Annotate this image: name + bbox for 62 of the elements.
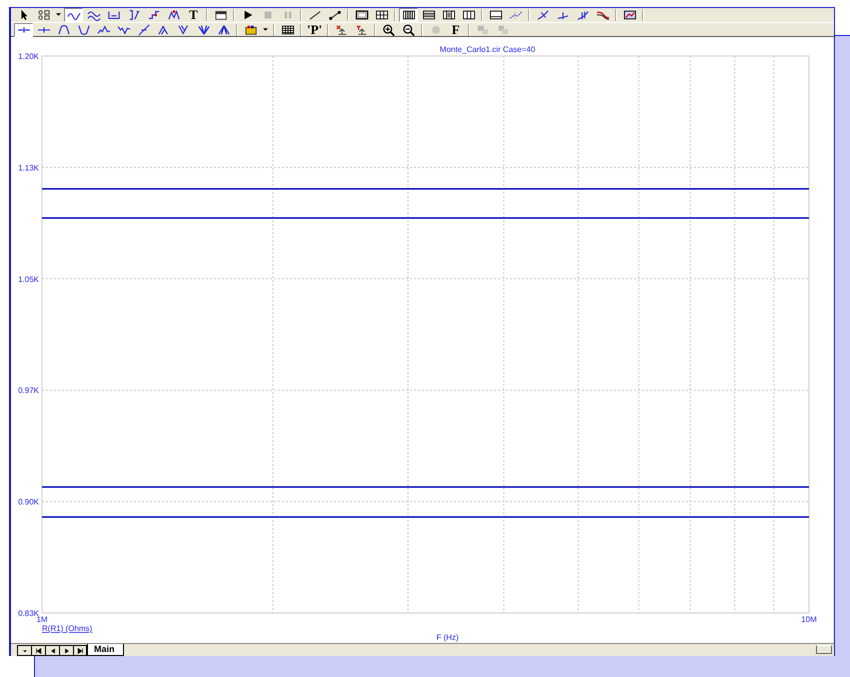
split-columns-icon: [462, 8, 476, 20]
wave-peak-icon: [96, 24, 110, 36]
scale-x-icon: [334, 24, 349, 36]
scroll-thumb[interactable]: [816, 645, 832, 654]
double-cursor-curve-icon: [576, 8, 590, 20]
wave-button[interactable]: [64, 8, 83, 22]
y-tick-label: 1.13K: [18, 163, 39, 172]
cursor-line-button[interactable]: [14, 22, 33, 36]
component-icon: [36, 8, 50, 20]
text-tool-button[interactable]: F: [446, 22, 466, 36]
last-page-button[interactable]: [73, 645, 87, 656]
text-tool-button[interactable]: 'P': [305, 22, 324, 36]
text-tool-button[interactable]: T: [184, 8, 203, 22]
next-button[interactable]: [59, 645, 73, 656]
stacked-squares-icon: [496, 24, 510, 36]
y-tick-label: 1.05K: [18, 274, 39, 284]
bracket-icon: [106, 8, 120, 20]
peak-icon: [56, 24, 70, 36]
double-wave-icon: [86, 8, 100, 20]
valley-icon: [76, 24, 90, 36]
graph-icon: [146, 8, 160, 20]
dashed-curve-icon: [508, 8, 522, 20]
vertical-bars-button[interactable]: [399, 8, 418, 22]
y-tick-label: 1.20K: [18, 52, 39, 61]
last-page-icon: [75, 646, 85, 656]
y-tick-label: 0.90K: [18, 498, 39, 507]
trace-legend-link[interactable]: R(R1) (Ohms): [42, 624, 92, 633]
tangent-icon: [536, 8, 550, 20]
y-tick-label: 0.83K: [18, 609, 39, 618]
table-icon: [280, 24, 294, 36]
caret-button[interactable]: [17, 645, 31, 656]
horizontal-bars-icon: [422, 8, 436, 20]
fan-down-icon: [196, 24, 210, 36]
first-page-icon: [34, 646, 44, 656]
palette-icon: [244, 24, 258, 36]
line-dots-icon: [328, 8, 342, 20]
first-page-button[interactable]: [31, 645, 45, 656]
chart-title: Monte_Carlo1.cir Case=40: [440, 45, 536, 54]
window-icon: [214, 8, 228, 20]
caret-icon: [56, 13, 61, 16]
y-tick-label: 0.97K: [18, 386, 39, 396]
x-axis-label: F (Hz): [436, 633, 459, 642]
chart-window-icon: [622, 8, 636, 20]
frame-icon: [354, 8, 368, 20]
vertical-bars-icon: [402, 8, 416, 20]
multi-peak-icon: [156, 24, 170, 36]
line-icon: [308, 8, 322, 20]
curves-icon: [596, 8, 610, 20]
columns-icon: [442, 8, 456, 20]
x-tick-label: 10M: [801, 615, 817, 624]
bottom-bar-icon: [488, 8, 502, 20]
slope-icon: [136, 24, 150, 36]
fan-up-icon: [216, 24, 230, 36]
scale-y-icon: [354, 24, 369, 36]
sheet-tab[interactable]: Main: [87, 644, 124, 656]
stacked-squares-icon: [476, 24, 490, 36]
multi-valley-icon: [176, 24, 190, 36]
caret-icon: [263, 28, 268, 31]
grid-icon: [374, 8, 388, 20]
x-tick-label: 1M: [36, 615, 48, 624]
previous-button[interactable]: [45, 645, 59, 656]
wave-valley-icon: [116, 24, 130, 36]
